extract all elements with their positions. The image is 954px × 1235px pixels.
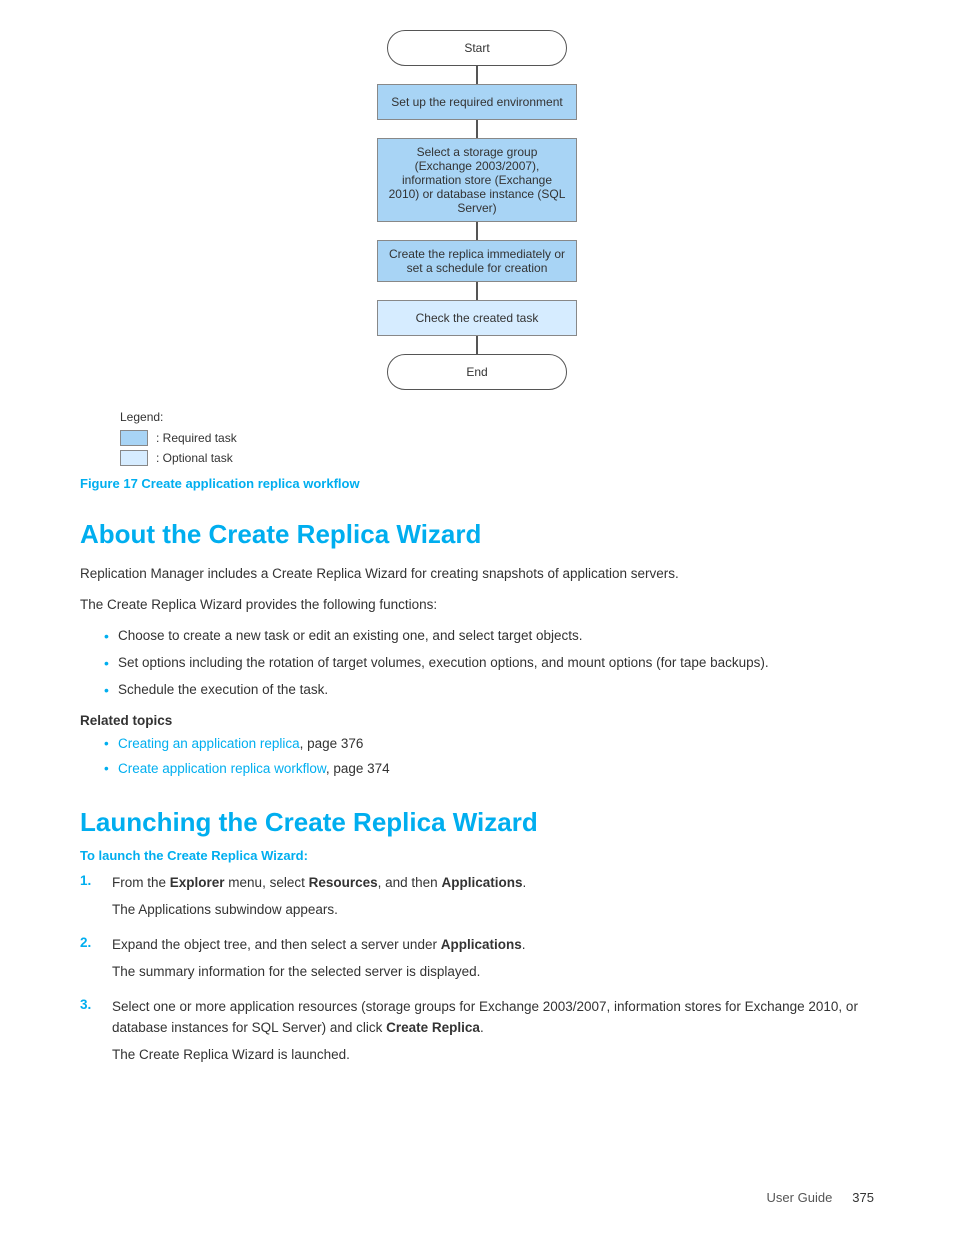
step-3-content: Select one or more application resources… — [112, 997, 874, 1066]
legend-required-box — [120, 430, 148, 446]
step-1-content: From the Explorer menu, select Resources… — [112, 873, 874, 921]
figure-caption: Figure 17 Create application replica wor… — [80, 476, 874, 491]
related-link-item: Creating an application replica, page 37… — [104, 734, 874, 755]
step-1-number: 1. — [80, 873, 98, 888]
step-2-content: Expand the object tree, and then select … — [112, 935, 874, 983]
flow-connector — [476, 282, 478, 300]
flowchart-legend: Legend: : Required task : Optional task — [120, 410, 874, 466]
step-3: 3. Select one or more application resour… — [80, 997, 874, 1066]
step-3-sub: The Create Replica Wizard is launched. — [112, 1045, 874, 1066]
page-content: Start Set up the required environment Se… — [0, 0, 954, 1140]
legend-optional: : Optional task — [120, 450, 874, 466]
page-footer: User Guide 375 — [767, 1190, 874, 1205]
step-1-main: From the Explorer menu, select Resources… — [112, 875, 526, 890]
related-link-suffix2: , page 374 — [326, 761, 390, 776]
related-link-item: Create application replica workflow, pag… — [104, 759, 874, 780]
flow-connector — [476, 222, 478, 240]
section1-heading: About the Create Replica Wizard — [80, 519, 874, 550]
flowchart-select-node: Select a storage group (Exchange 2003/20… — [377, 138, 577, 222]
flowchart-end-node: End — [387, 354, 567, 390]
legend-optional-label: : Optional task — [156, 451, 233, 465]
legend-required: : Required task — [120, 430, 874, 446]
step-2: 2. Expand the object tree, and then sele… — [80, 935, 874, 983]
step-1: 1. From the Explorer menu, select Resour… — [80, 873, 874, 921]
bullet-item: Set options including the rotation of ta… — [104, 653, 874, 674]
flow-connector — [476, 66, 478, 84]
flowchart-create-replica-node: Create the replica immediately or set a … — [377, 240, 577, 282]
bullet-item: Choose to create a new task or edit an e… — [104, 626, 874, 647]
section1-para1: Replication Manager includes a Create Re… — [80, 564, 874, 585]
step-2-sub: The summary information for the selected… — [112, 962, 874, 983]
related-link-creating[interactable]: Creating an application replica — [118, 736, 300, 751]
section1-para2: The Create Replica Wizard provides the f… — [80, 595, 874, 616]
flow-connector — [476, 336, 478, 354]
related-topics-list: Creating an application replica, page 37… — [104, 734, 874, 780]
flowchart-start-node: Start — [387, 30, 567, 66]
step-3-main: Select one or more application resources… — [112, 999, 858, 1035]
step-2-number: 2. — [80, 935, 98, 950]
bullet-item: Schedule the execution of the task. — [104, 680, 874, 701]
related-link-suffix: , page 376 — [300, 736, 364, 751]
page-number: 375 — [852, 1190, 874, 1205]
section2-heading: Launching the Create Replica Wizard — [80, 807, 874, 838]
legend-title: Legend: — [120, 410, 874, 424]
flowchart-setup-node: Set up the required environment — [377, 84, 577, 120]
step-3-number: 3. — [80, 997, 98, 1012]
flow-connector — [476, 120, 478, 138]
related-topics-heading: Related topics — [80, 713, 874, 728]
procedure-heading: To launch the Create Replica Wizard: — [80, 848, 874, 863]
legend-required-label: : Required task — [156, 431, 237, 445]
related-link-workflow[interactable]: Create application replica workflow — [118, 761, 326, 776]
footer-label: User Guide — [767, 1190, 833, 1205]
legend-optional-box — [120, 450, 148, 466]
section1-bullets: Choose to create a new task or edit an e… — [104, 626, 874, 701]
flowchart: Start Set up the required environment Se… — [80, 30, 874, 390]
step-1-sub: The Applications subwindow appears. — [112, 900, 874, 921]
step-2-main: Expand the object tree, and then select … — [112, 937, 526, 952]
flowchart-check-node: Check the created task — [377, 300, 577, 336]
